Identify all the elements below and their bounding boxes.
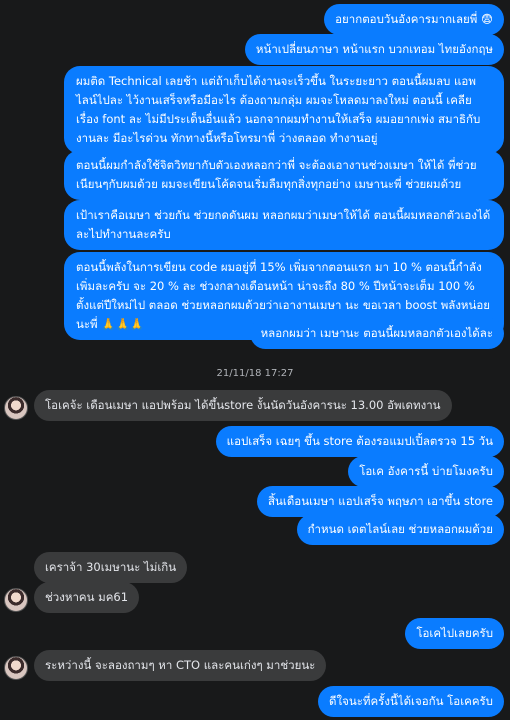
outgoing-message[interactable]: แอปเสร็จ เฉยๆ ขึ้น store ต้องรอแมปเปิ้ลต…	[215, 426, 504, 457]
outgoing-message[interactable]: อยากตอบวันอังคารมากเลยพี่ 😨	[324, 4, 504, 35]
timestamp: 21/11/18 17:27	[216, 368, 294, 379]
outgoing-message[interactable]: ผมติด Technical เลยช้า แต่ถ้าเก็บได้งานจ…	[64, 66, 504, 154]
avatar[interactable]	[4, 656, 28, 680]
chat-thread: อยากตอบวันอังคารมากเลยพี่ 😨 หน้าเปลี่ยนภ…	[0, 0, 510, 720]
avatar[interactable]	[4, 588, 28, 612]
outgoing-message[interactable]: ตอนนี้ผมกำลังใช้จิตวิทยากับตัวเองหลอกว่า…	[64, 150, 504, 200]
incoming-message[interactable]: โอเคจ้ะ เดือนเมษา แอปพร้อม ได้ขึ้นstore …	[34, 390, 452, 421]
outgoing-message[interactable]: โอเค อังคารนี้ บ่ายโมงครับ	[348, 456, 504, 487]
outgoing-message[interactable]: กำหนด เดตไลน์เลย ช่วยหลอกผมด้วย	[296, 514, 504, 545]
outgoing-message[interactable]: เป้าเราคือเมษา ช่วยกัน ช่วยกดดันผม หลอกผ…	[64, 200, 504, 250]
incoming-message[interactable]: ระหว่างนี้ จะลองถามๆ หา CTO และคนเก่งๆ ม…	[34, 650, 327, 681]
outgoing-message[interactable]: หลอกผมว่า เมษานะ ตอนนี้ผมหลอกตัวเองได้ละ	[249, 318, 504, 349]
avatar[interactable]	[4, 396, 28, 420]
outgoing-message[interactable]: ดีใจนะที่ครั้งนี้ได้เจอกัน โอเคครับ	[318, 686, 504, 717]
incoming-message[interactable]: เคราจ้า 30เมษานะ ไม่เกิน	[34, 552, 188, 583]
outgoing-message[interactable]: หน้าเปลี่ยนภาษา หน้าแรก บวกเทอม ไทยอังกฤ…	[244, 34, 504, 65]
outgoing-message[interactable]: โอเคไปเลยครับ	[405, 618, 504, 649]
outgoing-message[interactable]: สิ้นเดือนเมษา แอปเสร็จ พฤษภา เอาขึ้น sto…	[257, 486, 504, 517]
incoming-message[interactable]: ช่วงหาคน มค61	[34, 582, 140, 613]
